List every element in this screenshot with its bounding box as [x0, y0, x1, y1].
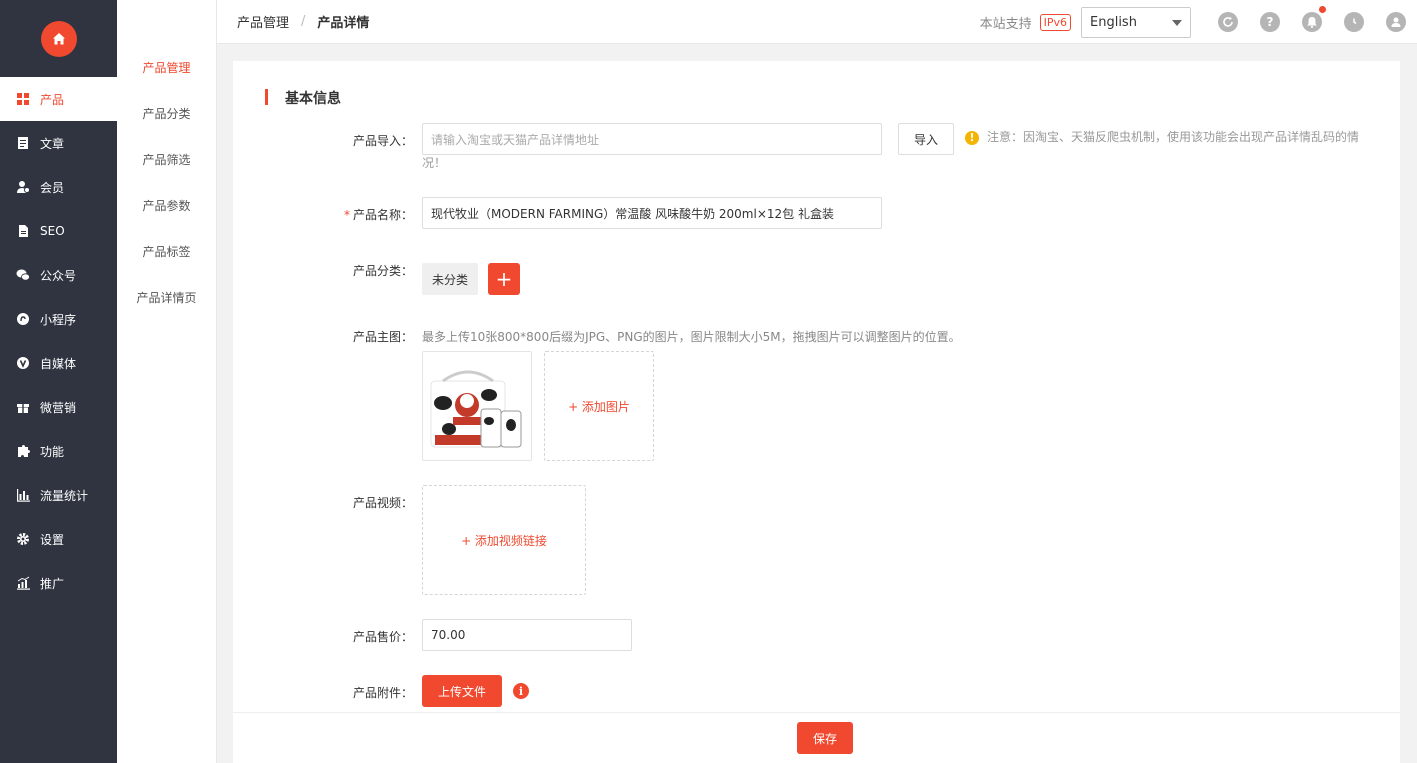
product-image-thumbnail[interactable]: [422, 351, 532, 461]
category-label: 产品分类：: [352, 264, 413, 278]
sidebar-item-article[interactable]: 文章: [0, 121, 117, 165]
wechat-icon: [16, 268, 30, 282]
logo-area: [0, 0, 117, 77]
sidebar-item-miniprogram[interactable]: 小程序: [0, 297, 117, 341]
price-input[interactable]: 70.00: [422, 619, 632, 651]
sidebar-item-label: 功能: [40, 444, 65, 459]
milk-product-image: [430, 370, 522, 448]
subnav-item-product-category[interactable]: 产品分类: [117, 90, 216, 136]
document-icon: [16, 136, 30, 150]
sidebar-item-label: 推广: [40, 576, 65, 591]
main-image-hint: 最多上传10张800*800后缀为JPG、PNG的图片，图片限制大小5M，拖拽图…: [422, 330, 961, 344]
grid-icon: [16, 92, 30, 106]
bar-chart-icon: [16, 488, 30, 502]
breadcrumb: 产品管理 / 产品详情: [237, 12, 369, 31]
gift-icon: [16, 400, 30, 414]
subnav-item-product-params[interactable]: 产品参数: [117, 182, 216, 228]
breadcrumb-product-detail: 产品详情: [317, 16, 370, 31]
product-subnav: 产品管理 产品分类 产品筛选 产品参数 产品标签 产品详情页: [117, 0, 217, 763]
subnav-item-product-tags[interactable]: 产品标签: [117, 228, 216, 274]
sidebar-item-label: 流量统计: [40, 488, 89, 503]
clock-icon[interactable]: [1344, 12, 1364, 32]
add-category-button[interactable]: +: [488, 263, 520, 295]
sidebar-item-traffic-stats[interactable]: 流量统计: [0, 473, 117, 517]
user-icon: [16, 180, 30, 194]
upload-file-button[interactable]: 上传文件: [422, 675, 502, 707]
footer-bar: 保存: [233, 712, 1400, 763]
sidebar-item-product[interactable]: 产品: [0, 77, 117, 121]
subnav-item-product-filter[interactable]: 产品筛选: [117, 136, 216, 182]
import-note-text: 注意：因淘宝、天猫反爬虫机制，使用该功能会出现产品详情乱码的情: [987, 130, 1360, 144]
import-label: 产品导入：: [352, 134, 413, 148]
trend-icon: [16, 576, 30, 590]
breadcrumb-product-management[interactable]: 产品管理: [237, 12, 289, 31]
sidebar-item-member[interactable]: 会员: [0, 165, 117, 209]
subnav-item-product-detail-page[interactable]: 产品详情页: [117, 274, 216, 320]
video-label: 产品视频：: [352, 496, 413, 510]
puzzle-icon: [16, 444, 30, 458]
miniprogram-icon: [16, 312, 30, 326]
product-name-input[interactable]: 现代牧业（MODERN FARMING）常温酸 风味酸牛奶 200ml×12包 …: [422, 197, 882, 229]
import-note-continued: 况！: [422, 156, 447, 170]
price-label: 产品售价：: [352, 630, 413, 644]
notification-dot: [1319, 6, 1326, 13]
warning-icon: !: [965, 130, 979, 145]
v-icon: [16, 356, 30, 370]
product-form-panel: 基本信息 产品导入： 请输入淘宝或天猫产品详情地址 导入 ! 注意：因淘宝、天猫反…: [233, 61, 1400, 763]
refresh-icon[interactable]: [1218, 12, 1238, 32]
sidebar-item-label: 公众号: [40, 268, 77, 283]
sidebar-item-features[interactable]: 功能: [0, 429, 117, 473]
required-mark: *: [343, 208, 350, 222]
ipv6-badge: IPv6: [1039, 13, 1071, 31]
plus-icon: +: [495, 267, 513, 291]
name-label: * 产品名称：: [233, 206, 413, 223]
bell-icon[interactable]: [1302, 6, 1326, 32]
category-tag[interactable]: 未分类: [422, 263, 479, 295]
subnav-item-product-management[interactable]: 产品管理: [117, 44, 216, 90]
help-icon[interactable]: ?: [1260, 12, 1280, 32]
file-icon: [16, 224, 30, 238]
sidebar-item-settings[interactable]: 设置: [0, 517, 117, 561]
sidebar-item-label: 产品: [40, 92, 65, 107]
chevron-down-icon: [1172, 19, 1182, 26]
language-select-value: English: [1090, 14, 1137, 30]
import-note: ! 注意：因淘宝、天猫反爬虫机制，使用该功能会出现产品详情乱码的情: [965, 124, 1365, 151]
info-icon[interactable]: i: [513, 683, 529, 699]
support-label: 本站支持: [979, 16, 1032, 32]
sidebar-item-label: 文章: [40, 136, 65, 151]
account-icon[interactable]: [1386, 12, 1406, 32]
sidebar-item-seo[interactable]: SEO: [0, 209, 117, 253]
sidebar-item-self-media[interactable]: 自媒体: [0, 341, 117, 385]
breadcrumb-separator: /: [301, 14, 306, 29]
import-button[interactable]: 导入: [898, 123, 954, 155]
language-select[interactable]: English: [1081, 6, 1191, 38]
main-image-label: 产品主图：: [352, 330, 413, 344]
sidebar-item-label: SEO: [40, 224, 65, 238]
sidebar-item-label: 自媒体: [40, 356, 77, 371]
sidebar-item-label: 小程序: [40, 312, 77, 327]
save-button[interactable]: 保存: [797, 722, 853, 754]
top-header: 产品管理 / 产品详情 本站支持 IPv6 English ?: [217, 0, 1417, 44]
section-title-basic-info: 基本信息: [265, 88, 341, 108]
sidebar-item-label: 会员: [40, 180, 65, 195]
name-label-text: 产品名称：: [352, 208, 413, 222]
gear-icon: [16, 532, 30, 546]
sidebar-item-promotion[interactable]: 推广: [0, 561, 117, 605]
add-video-link-button[interactable]: + 添加视频链接: [422, 485, 586, 595]
sidebar-item-micro-marketing[interactable]: 微营销: [0, 385, 117, 429]
sidebar-item-official-account[interactable]: 公众号: [0, 253, 117, 297]
main-sidebar: 产品 文章 会员 SEO 公众号 小程序 自媒体 微营销 功能 流量统计 设置: [0, 0, 117, 763]
attachment-label: 产品附件：: [352, 686, 413, 700]
import-url-input[interactable]: 请输入淘宝或天猫产品详情地址: [422, 123, 882, 155]
header-tools: 本站支持 IPv6 English ?: [980, 0, 1417, 44]
sidebar-item-label: 设置: [40, 532, 65, 547]
home-icon[interactable]: [40, 20, 77, 57]
add-image-button[interactable]: + 添加图片: [544, 351, 654, 461]
sidebar-item-label: 微营销: [40, 400, 77, 415]
